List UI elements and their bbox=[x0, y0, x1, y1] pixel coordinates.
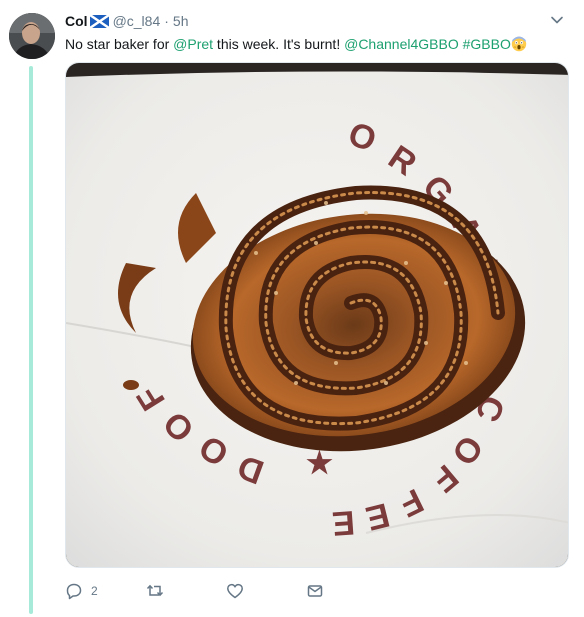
tweet[interactable]: Col @c_l84 · 5h No star baker for @Pret … bbox=[0, 0, 584, 617]
face-screaming-emoji-icon bbox=[511, 36, 527, 52]
heart-icon bbox=[227, 583, 243, 599]
tweet-photo[interactable]: O R G A N I C C O F F E E ★ D O O F bbox=[65, 62, 569, 568]
separator-dot: · bbox=[164, 13, 169, 29]
timestamp[interactable]: 5h bbox=[173, 13, 189, 29]
text-part-1: No star baker for bbox=[65, 36, 174, 52]
retweet-icon bbox=[146, 584, 164, 597]
reply-button[interactable]: 2 bbox=[65, 582, 98, 600]
svg-text:★: ★ bbox=[306, 447, 333, 480]
avatar[interactable] bbox=[9, 13, 55, 59]
text-part-2: this week. It's burnt! bbox=[213, 36, 345, 52]
envelope-icon bbox=[307, 585, 323, 597]
thread-line bbox=[29, 66, 33, 614]
direct-message-button[interactable] bbox=[306, 582, 324, 600]
tweet-header: Col @c_l84 · 5h bbox=[65, 12, 189, 30]
reply-icon bbox=[66, 583, 82, 600]
chevron-down-icon[interactable] bbox=[549, 12, 565, 28]
handle[interactable]: @c_l84 bbox=[113, 13, 161, 29]
display-name[interactable]: Col bbox=[65, 13, 88, 29]
pastry-photo-image: O R G A N I C C O F F E E ★ D O O F bbox=[66, 63, 568, 567]
mention-pret[interactable]: @Pret bbox=[173, 36, 213, 52]
mention-channel4gbbo[interactable]: @Channel4GBBO bbox=[344, 36, 459, 52]
like-button[interactable] bbox=[226, 582, 252, 600]
scotland-flag-icon bbox=[88, 13, 110, 29]
retweet-button[interactable] bbox=[146, 582, 172, 600]
svg-text:E: E bbox=[331, 503, 356, 542]
reply-count: 2 bbox=[91, 584, 98, 598]
hashtag-gbbo[interactable]: #GBBO bbox=[463, 36, 511, 52]
tweet-text: No star baker for @Pret this week. It's … bbox=[65, 35, 527, 53]
